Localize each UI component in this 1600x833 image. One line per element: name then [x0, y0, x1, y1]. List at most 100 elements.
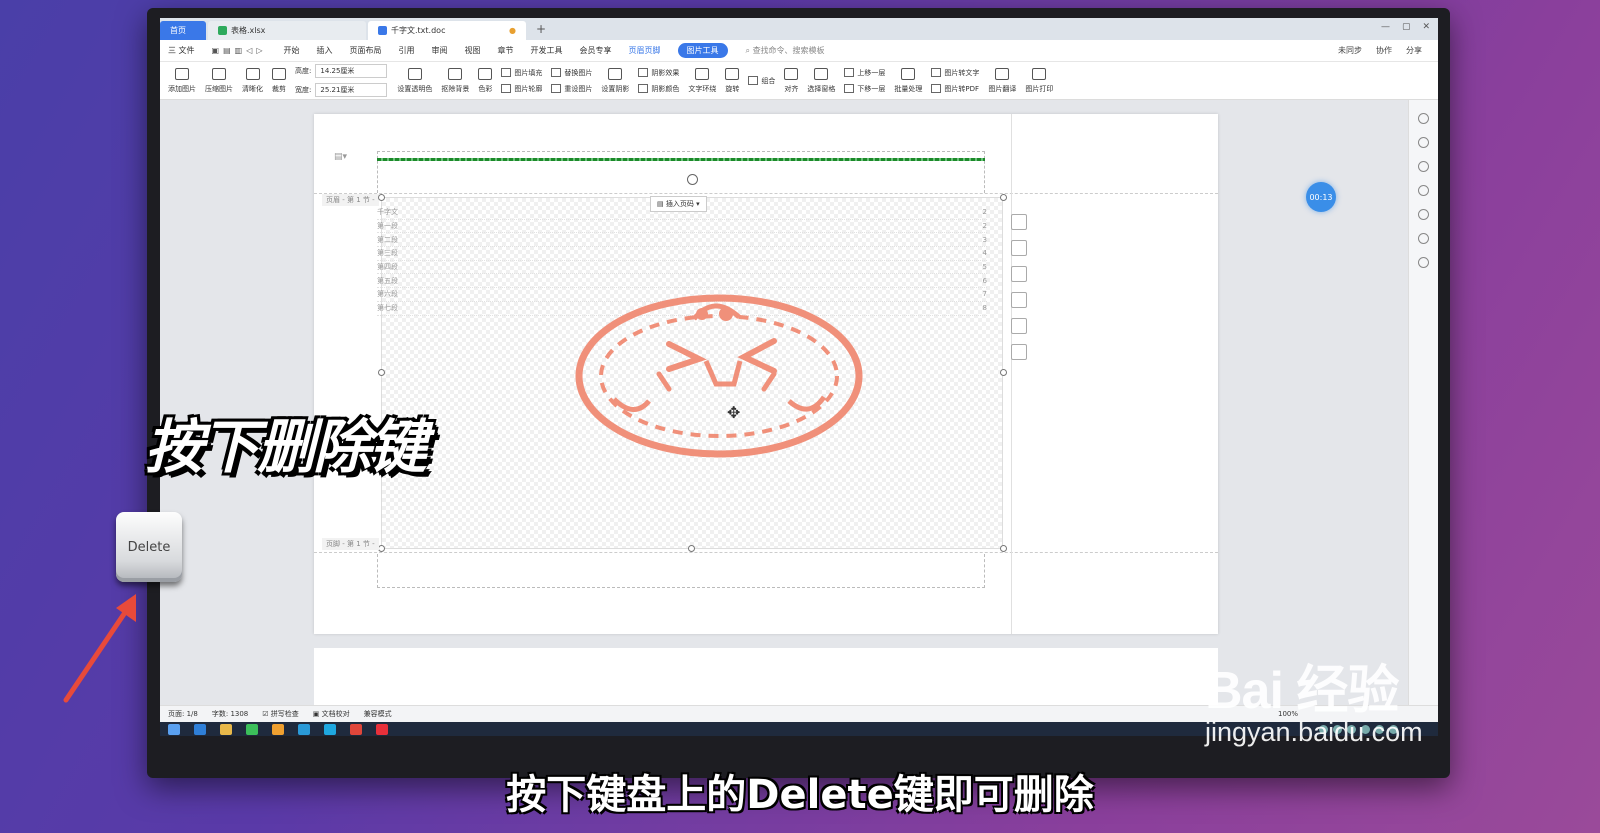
batch-button[interactable]: 批量处理 [894, 67, 922, 94]
align-button[interactable]: 对齐 [784, 67, 799, 94]
location-icon[interactable] [1418, 257, 1429, 268]
command-search[interactable]: ⌕ 查找命令、搜索模板 [746, 45, 825, 56]
proofread-button[interactable]: ▣ 文档校对 [313, 709, 350, 719]
tab-xlsx[interactable]: 表格.xlsx [208, 21, 366, 40]
sync-status[interactable]: 未同步 [1338, 45, 1362, 56]
select-pane-button[interactable]: 选择窗格 [807, 67, 835, 94]
menu-header-footer[interactable]: 页眉页脚 [629, 45, 661, 56]
group-button[interactable]: 组合 [748, 76, 775, 86]
toc-title: 第六段 [377, 290, 398, 299]
resize-handle-icon[interactable] [1000, 545, 1007, 552]
up-one-button[interactable]: 上移一层 [844, 68, 885, 78]
picture-fill-button[interactable]: 图片填充 [501, 68, 542, 78]
menu-references[interactable]: 引用 [399, 45, 415, 56]
menu-file[interactable]: 三 文件 [168, 45, 195, 56]
menu-review[interactable]: 审阅 [432, 45, 448, 56]
layout-options-icon[interactable] [1011, 214, 1027, 230]
picture-outline-button[interactable]: 图片轮廓 [501, 84, 542, 94]
wechat-icon[interactable] [246, 723, 258, 735]
page-count[interactable]: 页面: 1/8 [168, 709, 198, 719]
menu-insert[interactable]: 插入 [317, 45, 333, 56]
rotate-button[interactable]: 旋转 [725, 67, 740, 94]
minimize-icon[interactable]: — [1381, 22, 1390, 32]
transparent-color-button[interactable]: 设置透明色 [397, 67, 432, 94]
remove-bg-button[interactable]: 抠除背景 [441, 67, 469, 94]
to-pdf-button[interactable]: 图片转PDF [931, 84, 979, 94]
pen-icon[interactable] [1418, 137, 1429, 148]
list-item[interactable]: 第四段 5 [377, 261, 987, 275]
resize-handle-icon[interactable] [378, 545, 385, 552]
menu-member[interactable]: 会员专享 [580, 45, 612, 56]
menu-home[interactable]: 开始 [284, 45, 300, 56]
wrap-icon [695, 67, 710, 80]
resize-handle-icon[interactable] [378, 369, 385, 376]
quick-access-icons[interactable]: ▣▤▥◁▷ [212, 46, 267, 55]
to-text-button[interactable]: 图片转文字 [931, 68, 979, 78]
width-field[interactable]: 25.21厘米 [315, 83, 388, 97]
unsaved-dot-icon: ● [509, 26, 516, 35]
share-button[interactable]: 分享 [1406, 45, 1422, 56]
clarity-button[interactable]: 清晰化 [242, 67, 263, 94]
collaborate-button[interactable]: 协作 [1376, 45, 1392, 56]
reset-picture-button[interactable]: 重设图片 [551, 84, 592, 94]
folder-icon[interactable] [220, 723, 232, 735]
list-item[interactable]: 第三段 4 [377, 247, 987, 261]
pointer-icon[interactable] [1418, 161, 1429, 172]
print-picture-button[interactable]: 图片打印 [1025, 67, 1053, 94]
rotate-handle-icon[interactable] [687, 174, 698, 185]
crop-icon[interactable] [1011, 266, 1027, 282]
edge-icon[interactable] [298, 723, 310, 735]
resize-handle-icon[interactable] [1000, 369, 1007, 376]
page-options-icon[interactable]: ▤▾ [334, 152, 347, 162]
menu-picture-tools[interactable]: 图片工具 [677, 43, 728, 58]
tab-home[interactable]: 首页 [160, 21, 206, 40]
set-shadow-button[interactable]: 设置阴影 [601, 67, 629, 94]
resize-handle-icon[interactable] [688, 545, 695, 552]
style-icon[interactable] [1418, 113, 1429, 124]
translate-icon[interactable] [1011, 318, 1027, 334]
menu-view[interactable]: 视图 [465, 45, 481, 56]
shadow-color-button[interactable]: 阴影颜色 [638, 84, 679, 94]
list-item[interactable]: 第二段 3 [377, 233, 987, 248]
wps-icon[interactable] [350, 723, 362, 735]
adjust-icon[interactable] [1418, 185, 1429, 196]
footer-zone[interactable] [377, 554, 985, 588]
word-count[interactable]: 字数: 1308 [212, 709, 248, 719]
sheet-icon [218, 26, 227, 35]
maximize-icon[interactable]: ▢ [1402, 22, 1411, 32]
resize-handle-icon[interactable] [378, 194, 385, 201]
close-icon[interactable]: ✕ [1422, 22, 1430, 32]
margin-line [1011, 114, 1012, 634]
resize-handle-icon[interactable] [1000, 194, 1007, 201]
height-field[interactable]: 14.25厘米 [315, 64, 388, 78]
menu-layout[interactable]: 页面布局 [350, 45, 382, 56]
picture-to-text-icon[interactable] [1011, 292, 1027, 308]
compress-picture-button[interactable]: 压缩图片 [205, 67, 233, 94]
shadow-effect-button[interactable]: 阴影效果 [638, 68, 679, 78]
browser-icon[interactable] [324, 723, 336, 735]
mail-icon[interactable] [194, 723, 206, 735]
list-item[interactable]: 第一段 2 [377, 220, 987, 234]
more-icon[interactable] [1011, 344, 1027, 360]
red-arrow-icon [63, 594, 136, 703]
spell-check-toggle[interactable]: ☑ 拼写检查 [262, 709, 299, 719]
add-picture-button[interactable]: 添加图片 [168, 67, 196, 94]
color-button[interactable]: 色彩 [478, 67, 493, 94]
menu-section[interactable]: 章节 [498, 45, 514, 56]
menu-developer[interactable]: 开发工具 [531, 45, 563, 56]
backup-icon[interactable] [1418, 233, 1429, 244]
text-wrap-button[interactable]: 文字环绕 [688, 67, 716, 94]
app-red-icon[interactable] [376, 723, 388, 735]
replace-picture-button[interactable]: 替换图片 [551, 68, 592, 78]
tab-doc[interactable]: 千字文.txt.doc ● [368, 21, 526, 40]
list-item[interactable]: 第五段 6 [377, 274, 987, 289]
translate-button[interactable]: 图片翻译 [988, 67, 1016, 94]
help-icon[interactable] [1418, 209, 1429, 220]
app-icon[interactable] [272, 723, 284, 735]
list-item[interactable]: 千字文 2 [377, 206, 987, 220]
windows-start-icon[interactable] [168, 723, 180, 735]
down-one-button[interactable]: 下移一层 [844, 84, 885, 94]
crop-button[interactable]: 裁剪 [272, 67, 286, 94]
new-tab-icon[interactable]: + [528, 22, 554, 36]
zoom-icon[interactable] [1011, 240, 1027, 256]
